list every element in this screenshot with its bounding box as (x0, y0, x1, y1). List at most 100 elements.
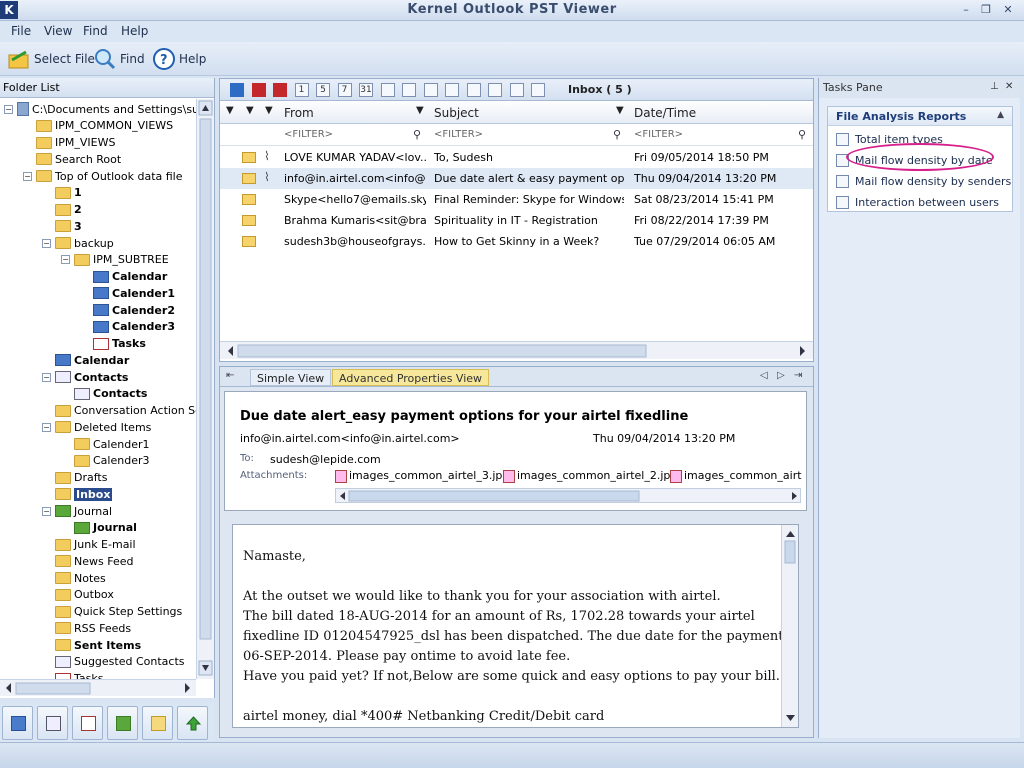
report-interaction-between-users[interactable]: Interaction between users (836, 194, 999, 210)
folder-tree-item[interactable]: Junk E-mail (42, 537, 136, 553)
attachments-scrollbar[interactable] (335, 488, 801, 503)
expand-collapse-icon[interactable]: − (42, 238, 51, 248)
mail-row[interactable]: Brahma Kumaris<sit@brahm... Spirituality … (220, 210, 813, 231)
folder-tree-item[interactable]: Suggested Contacts (42, 654, 185, 670)
folder-tree-item[interactable]: Calender3 (80, 319, 175, 335)
mail-row[interactable]: ⌇ LOVE KUMAR YADAV<lov... To, Sudesh Fri 09… (220, 147, 813, 168)
pdf-icon[interactable] (466, 83, 481, 97)
menu-file[interactable]: File (11, 24, 31, 38)
restore-button[interactable]: ❐ (976, 2, 996, 18)
pin-icon[interactable]: ⊥ (990, 81, 999, 92)
doc-icon[interactable] (402, 83, 416, 97)
expand-collapse-icon[interactable]: − (61, 255, 70, 265)
sort-dropdown-icon[interactable]: ▼ (246, 105, 254, 116)
minimize-button[interactable]: – (956, 2, 976, 18)
mail-row[interactable]: Skype<hello7@emails.skyp... Final Reminde… (220, 189, 813, 210)
select-file-button[interactable]: Select File (8, 47, 95, 71)
mail-icon[interactable] (380, 83, 395, 97)
folder-tree-item[interactable]: Calender2 (80, 302, 175, 318)
folder-tree-item[interactable]: 2 (42, 202, 82, 218)
folder-tree-item[interactable]: − C:\Documents and Settings\suma (4, 101, 196, 117)
close-pane-icon[interactable]: ✕ (1005, 81, 1013, 92)
folder-tree-item[interactable]: Conversation Action Sett (42, 403, 196, 419)
expand-collapse-icon[interactable]: − (42, 506, 51, 516)
column-subject[interactable]: Subject (434, 106, 479, 120)
folder-tree-item[interactable]: 3 (42, 218, 82, 234)
folder-tree-item[interactable]: RSS Feeds (42, 620, 131, 636)
folder-tree-vertical-scrollbar[interactable] (196, 99, 214, 679)
folder-tree-item[interactable]: Calendar (80, 269, 167, 285)
folder-tree-item[interactable]: IPM_VIEWS (23, 135, 115, 151)
expand-collapse-icon[interactable]: − (42, 372, 51, 382)
folder-tree-item[interactable]: Inbox (42, 486, 113, 502)
doc-icon[interactable] (423, 83, 438, 97)
tab-scroll-right-icon[interactable]: ⇥ (794, 370, 802, 381)
doc-icon[interactable] (445, 83, 459, 97)
folder-tree-item[interactable]: − Journal (42, 503, 112, 519)
folder-tree-item[interactable]: Quick Step Settings (42, 604, 182, 620)
mail-row[interactable]: sudesh3b@houseofgrays.c... How to Get Ski… (220, 231, 813, 252)
folder-tree-item[interactable]: − backup (42, 235, 114, 251)
folder-tree-item[interactable]: Calender1 (61, 436, 150, 452)
folder-tree-item[interactable]: Drafts (42, 470, 107, 486)
sort-dropdown-icon[interactable]: ▼ (226, 105, 234, 116)
subject-dropdown-icon[interactable]: ▼ (616, 105, 624, 116)
expand-collapse-icon[interactable]: − (42, 422, 51, 432)
tasks-nav-button[interactable] (72, 706, 103, 740)
notes-nav-button[interactable] (142, 706, 173, 740)
folder-tree-item[interactable]: Calender1 (80, 285, 175, 301)
calendar-5-icon[interactable]: 5 (316, 83, 330, 97)
folder-tree-item[interactable]: Search Root (23, 151, 121, 167)
from-filter-input[interactable]: <FILTER> (284, 129, 333, 140)
folder-tree-item[interactable]: IPM_COMMON_VIEWS (23, 118, 173, 134)
folder-tree-item[interactable]: Calendar (42, 352, 129, 368)
tab-simple-view[interactable]: Simple View (250, 369, 332, 386)
refresh-icon[interactable] (230, 83, 244, 97)
calendar-nav-button[interactable] (2, 706, 33, 740)
doc-icon[interactable] (531, 83, 545, 97)
folder-tree-item[interactable]: Calender3 (61, 453, 150, 469)
menu-view[interactable]: View (44, 24, 72, 38)
folder-tree-item[interactable]: 1 (42, 185, 82, 201)
folder-tree-item[interactable]: − IPM_SUBTREE (61, 252, 169, 268)
tab-advanced-properties-view[interactable]: Advanced Properties View (332, 369, 490, 386)
folder-tree-item[interactable]: Contacts (61, 386, 147, 402)
folder-tree-item[interactable]: − Top of Outlook data file (23, 168, 183, 184)
mail-row[interactable]: ⌇ info@in.airtel.com<info@in.... Due date … (220, 168, 813, 189)
menu-help[interactable]: Help (121, 24, 148, 38)
subject-filter-input[interactable]: <FILTER> (434, 129, 483, 140)
folder-tree-horizontal-scrollbar[interactable] (0, 679, 196, 696)
mail-list-horizontal-scrollbar[interactable] (220, 341, 813, 359)
doc-icon[interactable] (488, 83, 502, 97)
tab-prev-icon[interactable]: ◁ (760, 370, 768, 381)
sort-dropdown-icon[interactable]: ▼ (265, 105, 273, 116)
calendar-31-icon[interactable]: 31 (359, 83, 373, 97)
report-mail-flow-density-by-senders[interactable]: Mail flow density by senders (836, 173, 1011, 189)
folder-tree-item[interactable]: Journal (61, 520, 137, 536)
check-icon[interactable] (273, 83, 287, 97)
folder-tree-item[interactable]: − Deleted Items (42, 419, 151, 435)
collapse-icon[interactable]: ▲ (997, 110, 1004, 120)
attachment-item[interactable]: images_common_airtel_3.jpg (335, 469, 509, 483)
column-date[interactable]: Date/Time (634, 106, 696, 120)
flag-icon[interactable] (251, 83, 266, 97)
folder-tree-item[interactable]: News Feed (42, 553, 133, 569)
doc-icon[interactable] (509, 83, 524, 97)
file-analysis-reports-title[interactable]: File Analysis Reports ▲ (828, 107, 1012, 126)
from-dropdown-icon[interactable]: ▼ (416, 105, 424, 116)
attachment-item[interactable]: images_common_airtel_ (670, 469, 802, 483)
calendar-7-icon[interactable]: 7 (337, 83, 352, 97)
journal-nav-button[interactable] (107, 706, 138, 740)
message-body-scrollbar[interactable] (781, 525, 798, 727)
contacts-nav-button[interactable] (37, 706, 68, 740)
folder-tree-item[interactable]: Tasks (80, 336, 146, 352)
search-icon[interactable]: ⚲ (413, 128, 421, 141)
tab-scroll-left-icon[interactable]: ⇤ (226, 370, 234, 381)
menu-find[interactable]: Find (83, 24, 108, 38)
search-icon[interactable]: ⚲ (798, 128, 806, 141)
attachment-item[interactable]: images_common_airtel_2.jpg (503, 469, 677, 483)
expand-collapse-icon[interactable]: − (4, 104, 13, 114)
search-icon[interactable]: ⚲ (613, 128, 621, 141)
folder-tree-item[interactable]: − Contacts (42, 369, 128, 385)
tab-next-icon[interactable]: ▷ (777, 370, 785, 381)
